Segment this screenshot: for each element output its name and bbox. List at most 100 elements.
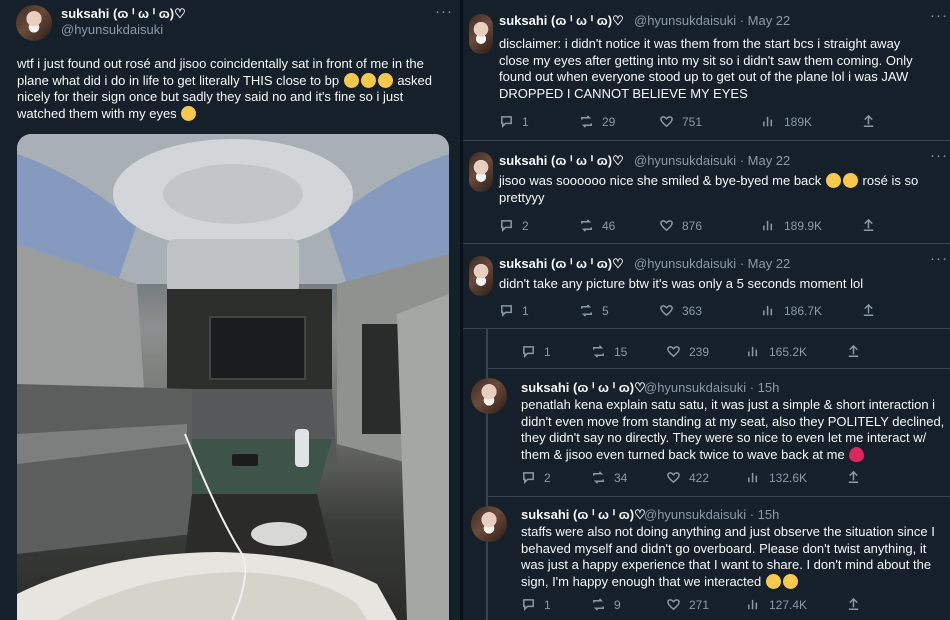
views-icon — [746, 597, 761, 612]
tweet-line: found out when everyone stood up to get … — [499, 69, 909, 84]
tweet-line: staffs were also not doing anything and … — [521, 524, 935, 539]
share-button[interactable] — [861, 303, 876, 318]
right-thread-panel: suksahi (ɷ ᑊ ω ᑊ ɷ)♡ @hyunsukdaisuki · M… — [463, 0, 950, 620]
author-avatar[interactable] — [469, 14, 493, 54]
retweet-icon — [579, 303, 594, 318]
author-handle[interactable]: @hyunsukdaisuki — [61, 22, 163, 37]
share-button[interactable] — [846, 470, 861, 485]
tweet-line-part: plane what did i do in life to get liter… — [17, 72, 340, 88]
tweet-actions: 1 9 271 127.4K — [521, 597, 921, 615]
author-avatar[interactable] — [471, 378, 507, 414]
heart-emoji-icon — [849, 446, 865, 462]
like-icon — [659, 303, 674, 318]
author-name[interactable]: suksahi (ɷ ᑊ ω ᑊ ɷ)♡ — [521, 507, 646, 523]
tweet-actions: 1 29 751 189K — [499, 114, 919, 132]
tweet-actions: 2 34 422 132.6K — [521, 470, 921, 488]
reply-count: 1 — [522, 114, 529, 129]
retweet-count: 29 — [602, 114, 616, 129]
author-handle-date[interactable]: @hyunsukdaisuki · May 22 — [634, 153, 790, 168]
tweet-separator — [487, 496, 950, 497]
tweet-text: penatlah kena explain satu satu, it was … — [521, 397, 946, 463]
retweet-count: 46 — [602, 218, 616, 233]
retweet-button[interactable]: 5 — [579, 303, 609, 318]
author-name[interactable]: suksahi (ɷ ᑊ ω ᑊ ɷ)♡ — [499, 13, 624, 29]
views-button[interactable]: 165.2K — [746, 344, 807, 359]
crying-emoji-icon — [360, 72, 376, 88]
retweet-count: 9 — [614, 597, 621, 612]
views-button[interactable]: 186.7K — [761, 303, 822, 318]
views-count: 189K — [784, 114, 813, 129]
author-handle-date[interactable]: @hyunsukdaisuki · 15h — [644, 507, 779, 522]
thread-connector-line — [486, 328, 488, 620]
like-button[interactable]: 876 — [659, 218, 702, 233]
tweet-line-part: watched them with my eyes — [17, 105, 177, 121]
tweet-text: disclaimer: i didn't notice it was them … — [499, 36, 944, 102]
reply-icon — [499, 114, 514, 129]
more-icon[interactable]: ··· — [930, 7, 948, 24]
retweet-button[interactable]: 29 — [579, 114, 615, 129]
views-button[interactable]: 127.4K — [746, 597, 807, 612]
author-avatar[interactable] — [469, 256, 493, 296]
share-button[interactable] — [846, 597, 861, 612]
views-button[interactable]: 189K — [761, 114, 812, 129]
smiling-emoji-icon — [825, 173, 841, 188]
reply-button[interactable]: 2 — [521, 470, 551, 485]
reply-button[interactable]: 1 — [499, 303, 529, 318]
retweet-button[interactable]: 9 — [591, 597, 621, 612]
share-button[interactable] — [861, 218, 876, 233]
tweet-line: was just a happy experience that I want … — [521, 557, 932, 572]
retweet-button[interactable]: 34 — [591, 470, 627, 485]
share-icon — [861, 303, 876, 318]
like-button[interactable]: 363 — [659, 303, 702, 318]
reply-button[interactable]: 1 — [521, 597, 551, 612]
views-button[interactable]: 189.9K — [761, 218, 822, 233]
heart-hands-emoji-icon — [782, 573, 798, 589]
author-name[interactable]: suksahi (ɷ ᑊ ω ᑊ ɷ)♡ — [499, 256, 624, 272]
retweet-button[interactable]: 46 — [579, 218, 615, 233]
airplane-cabin-photo[interactable] — [17, 134, 449, 620]
tweet-separator — [487, 368, 950, 369]
views-count: 189.9K — [784, 218, 823, 233]
tweet-line: sign, I'm happy enough that we interacte… — [521, 573, 946, 591]
tweet-text: staffs were also not doing anything and … — [521, 524, 946, 590]
retweet-button[interactable]: 15 — [591, 344, 627, 359]
author-handle-date[interactable]: @hyunsukdaisuki · May 22 — [634, 256, 790, 271]
views-icon — [746, 470, 761, 485]
author-name[interactable]: suksahi (ɷ ᑊ ω ᑊ ɷ)♡ — [499, 153, 624, 169]
tweet-line-part: rosé is so — [862, 173, 919, 188]
views-count: 132.6K — [769, 470, 808, 485]
author-avatar[interactable] — [471, 506, 507, 542]
reply-button[interactable]: 2 — [499, 218, 529, 233]
like-button[interactable]: 751 — [659, 114, 702, 129]
author-name[interactable]: suksahi (ɷ ᑊ ω ᑊ ɷ)♡ — [521, 380, 646, 396]
tweet-separator — [463, 243, 950, 244]
reply-icon — [521, 470, 536, 485]
author-name[interactable]: suksahi (ɷ ᑊ ω ᑊ ɷ)♡ — [61, 6, 186, 22]
reply-icon — [521, 344, 536, 359]
more-icon[interactable]: ··· — [435, 3, 453, 20]
views-button[interactable]: 132.6K — [746, 470, 807, 485]
views-icon — [761, 114, 776, 129]
author-avatar[interactable] — [469, 152, 493, 192]
like-button[interactable]: 422 — [666, 470, 709, 485]
like-button[interactable]: 271 — [666, 597, 709, 612]
share-button[interactable] — [846, 344, 861, 359]
tweet-separator — [463, 328, 950, 329]
like-button[interactable]: 239 — [666, 344, 709, 359]
reply-button[interactable]: 1 — [521, 344, 551, 359]
retweet-icon — [591, 597, 606, 612]
author-avatar[interactable] — [16, 5, 52, 41]
more-icon[interactable]: ··· — [930, 147, 948, 164]
more-icon[interactable]: ··· — [930, 250, 948, 267]
reply-button[interactable]: 1 — [499, 114, 529, 129]
views-icon — [761, 303, 776, 318]
like-count: 751 — [682, 114, 703, 129]
reply-count: 1 — [544, 344, 551, 359]
views-count: 165.2K — [769, 344, 808, 359]
tweet-line: penatlah kena explain satu satu, it was … — [521, 397, 936, 412]
like-count: 363 — [682, 303, 703, 318]
share-button[interactable] — [861, 114, 876, 129]
author-handle-date[interactable]: @hyunsukdaisuki · 15h — [644, 380, 779, 395]
tweet-text: jisoo was soooooo nice she smiled & bye-… — [499, 173, 944, 206]
author-handle-date[interactable]: @hyunsukdaisuki · May 22 — [634, 13, 790, 28]
